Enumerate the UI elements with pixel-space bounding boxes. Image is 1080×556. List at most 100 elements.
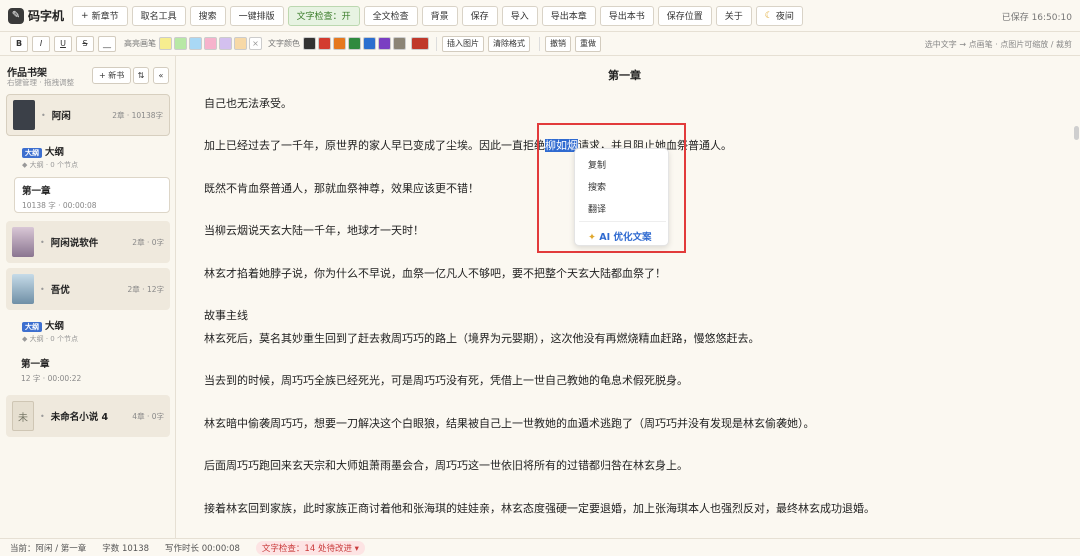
export-chapter-button[interactable]: 导出本章 bbox=[541, 5, 596, 26]
current-color-picker[interactable] bbox=[411, 37, 429, 50]
search-button[interactable]: 搜索 bbox=[189, 5, 226, 26]
bookshelf-sidebar: 作品书架 右键管理 · 拖拽调整 + 新书 ⇅ « • 阿闲 2章 · 1013… bbox=[0, 56, 176, 538]
paragraph[interactable]: 林玄暗中偷袭周巧巧，想要一刀解决这个白眼狼，结果被自己上一世教她的血遁术逃跑了（… bbox=[204, 415, 815, 431]
book-item[interactable]: • 吾优 2章 · 12字 bbox=[6, 268, 170, 310]
clear-highlight-icon[interactable]: × bbox=[249, 37, 262, 50]
paragraph[interactable]: 林玄死后，莫名其妙重生回到了赶去救周巧巧的路上（境界为元婴期），这次他没有再燃烧… bbox=[204, 330, 760, 346]
chapter-item[interactable]: 第一章 12 字 · 00:00:22 bbox=[14, 351, 170, 387]
text-check-toggle[interactable]: 文字检查：开 bbox=[287, 5, 360, 26]
save-status: 已保存 16:50:10 bbox=[1001, 13, 1072, 23]
book-meta: 2章 · 0字 bbox=[132, 237, 164, 247]
book-item[interactable]: • 阿闲 2章 · 10138字 bbox=[6, 94, 170, 136]
paragraph[interactable]: 接着林玄回到家族，此时家族正商讨着他和张海琪的娃娃亲，林玄态度强硬一定要退婚，加… bbox=[204, 500, 875, 516]
book-cover bbox=[13, 100, 35, 130]
paragraph[interactable]: 当柳云烟说天玄大陆一千年，地球才一天时！ bbox=[204, 222, 424, 238]
outline-tag: 大纲 bbox=[22, 321, 42, 332]
status-bar: 当前：阿闲 / 第一章 字数 10138 写作时长 00:00:08 文字检查：… bbox=[0, 538, 1080, 556]
about-button[interactable]: 关于 bbox=[715, 5, 752, 26]
highlight-blue-swatch[interactable] bbox=[189, 37, 202, 50]
highlight-purple-swatch[interactable] bbox=[219, 37, 232, 50]
naming-tool-button[interactable]: 取名工具 bbox=[131, 5, 186, 26]
copy-menu-item[interactable]: 复制 bbox=[588, 158, 606, 171]
chapter-heading: 第一章 bbox=[608, 69, 641, 82]
clear-format-button[interactable]: 清除格式 bbox=[488, 35, 530, 52]
highlight-yellow-swatch[interactable] bbox=[159, 37, 172, 50]
night-mode-button[interactable]: ☾ 夜间 bbox=[755, 5, 803, 26]
expand-dot-icon: • bbox=[41, 110, 46, 120]
paragraph[interactable]: 自己也无法承受。 bbox=[204, 95, 292, 111]
collapse-icon[interactable]: « bbox=[153, 67, 169, 84]
book-item[interactable]: 未 • 未命名小说 4 4章 · 0字 bbox=[6, 395, 170, 437]
paragraph[interactable]: 林玄才掐着她脖子说，你为什么不早说，血祭一亿凡人不够吧，要不把整个天玄大陆都血祭… bbox=[204, 265, 666, 281]
paragraph[interactable]: 当去到的时候，周巧巧全族已经死光，可是周巧巧没有死，凭借上一世自己教她的龟息术假… bbox=[204, 372, 688, 388]
paragraph[interactable]: 既然不肯血祭普通人，那就血祭神尊，效果应该更不错！ bbox=[204, 180, 479, 196]
outline-meta: ◆ 大纲 · 0 个节点 bbox=[22, 161, 78, 169]
color-green-swatch[interactable] bbox=[348, 37, 361, 50]
import-button[interactable]: 导入 bbox=[501, 5, 538, 26]
color-orange-swatch[interactable] bbox=[333, 37, 346, 50]
save-position-button[interactable]: 保存位置 bbox=[657, 5, 712, 26]
redo-button[interactable]: 重做 bbox=[575, 35, 601, 52]
ai-optimize-label: AI 优化文案 bbox=[599, 232, 652, 243]
sort-icon[interactable]: ⇅ bbox=[133, 67, 149, 84]
new-chapter-button[interactable]: + 新章节 bbox=[72, 5, 128, 26]
layout-button[interactable]: 一键排版 bbox=[229, 5, 284, 26]
paragraph[interactable]: 后面周巧巧跑回来玄天宗和大师姐萧雨墨会合，周巧巧这一世依旧将所有的过错都归咎在林… bbox=[204, 457, 688, 473]
export-book-button[interactable]: 导出本书 bbox=[599, 5, 654, 26]
writing-time: 写作时长 00:00:08 bbox=[165, 543, 240, 554]
chapter-meta: 10138 字 · 00:00:08 bbox=[22, 201, 97, 210]
expand-dot-icon: • bbox=[40, 411, 45, 421]
format-bar: B I U S __ 高亮画笔 × 文字颜色 插入图片 清除格式 撤销 重做 选… bbox=[0, 32, 1080, 56]
text-color-label: 文字颜色 bbox=[268, 39, 300, 48]
moon-icon: ☾ bbox=[764, 10, 773, 21]
color-purple-swatch[interactable] bbox=[378, 37, 391, 50]
highlight-green-swatch[interactable] bbox=[174, 37, 187, 50]
bold-button[interactable]: B bbox=[10, 35, 28, 52]
highlight-orange-swatch[interactable] bbox=[234, 37, 247, 50]
highlight-pink-swatch[interactable] bbox=[204, 37, 217, 50]
underline-button[interactable]: U bbox=[54, 35, 72, 52]
expand-dot-icon: • bbox=[40, 237, 45, 247]
color-black-swatch[interactable] bbox=[303, 37, 316, 50]
new-chapter-label: 新章节 bbox=[91, 12, 119, 22]
undo-button[interactable]: 撤销 bbox=[545, 35, 571, 52]
sparkle-icon: ✦ bbox=[588, 232, 596, 243]
typewriter-icon: ✎ bbox=[8, 7, 24, 24]
main-toolbar: ✎ 码字机 + 新章节 取名工具 搜索 一键排版 文字检查：开 全文检查 背景 保… bbox=[0, 0, 1080, 32]
translate-menu-item[interactable]: 翻译 bbox=[588, 202, 606, 215]
chapter-title: 第一章 bbox=[22, 186, 51, 197]
chapter-item[interactable]: 第一章 10138 字 · 00:00:08 bbox=[14, 177, 170, 213]
paragraph[interactable]: 故事主线 bbox=[204, 307, 248, 323]
chapter-meta: 12 字 · 00:00:22 bbox=[21, 374, 82, 383]
italic-button[interactable]: I bbox=[32, 35, 50, 52]
ai-optimize-menu-item[interactable]: ✦ AI 优化文案 bbox=[588, 229, 651, 243]
new-book-button[interactable]: + 新书 bbox=[92, 67, 132, 84]
outline-item[interactable]: 大纲 大纲 ◆ 大纲 · 0 个节点 bbox=[22, 144, 78, 170]
save-button[interactable]: 保存 bbox=[461, 5, 498, 26]
app-name: 码字机 bbox=[28, 9, 65, 23]
text-check-status[interactable]: 文字检查：14 处待改进 ▾ bbox=[255, 540, 365, 555]
highlighter-label: 高亮画笔 bbox=[124, 39, 156, 48]
background-button[interactable]: 背景 bbox=[421, 5, 458, 26]
insert-image-button[interactable]: 插入图片 bbox=[442, 35, 484, 52]
night-label: 夜间 bbox=[775, 12, 794, 22]
book-cover: 未 bbox=[12, 401, 34, 431]
color-blue-swatch[interactable] bbox=[363, 37, 376, 50]
book-name: 阿闲说软件 bbox=[50, 238, 99, 249]
app-logo: ✎ 码字机 bbox=[8, 7, 64, 24]
outline-title: 大纲 bbox=[45, 321, 65, 332]
search-menu-item[interactable]: 搜索 bbox=[588, 180, 606, 193]
context-menu: 复制 搜索 翻译 ✦ AI 优化文案 bbox=[574, 148, 669, 246]
book-meta: 2章 · 12字 bbox=[127, 284, 164, 294]
outline-tag: 大纲 bbox=[22, 147, 42, 158]
strike-button[interactable]: S bbox=[76, 35, 94, 52]
line-button[interactable]: __ bbox=[98, 35, 116, 52]
chapter-title: 第一章 bbox=[21, 359, 50, 370]
scrollbar-thumb[interactable] bbox=[1074, 126, 1079, 140]
outline-item[interactable]: 大纲 大纲 ◆ 大纲 · 0 个节点 bbox=[22, 318, 78, 344]
word-count: 字数 10138 bbox=[102, 543, 150, 554]
full-check-button[interactable]: 全文检查 bbox=[363, 5, 418, 26]
color-gray-swatch[interactable] bbox=[393, 37, 406, 50]
color-red-swatch[interactable] bbox=[318, 37, 331, 50]
book-item[interactable]: • 阿闲说软件 2章 · 0字 bbox=[6, 221, 170, 263]
